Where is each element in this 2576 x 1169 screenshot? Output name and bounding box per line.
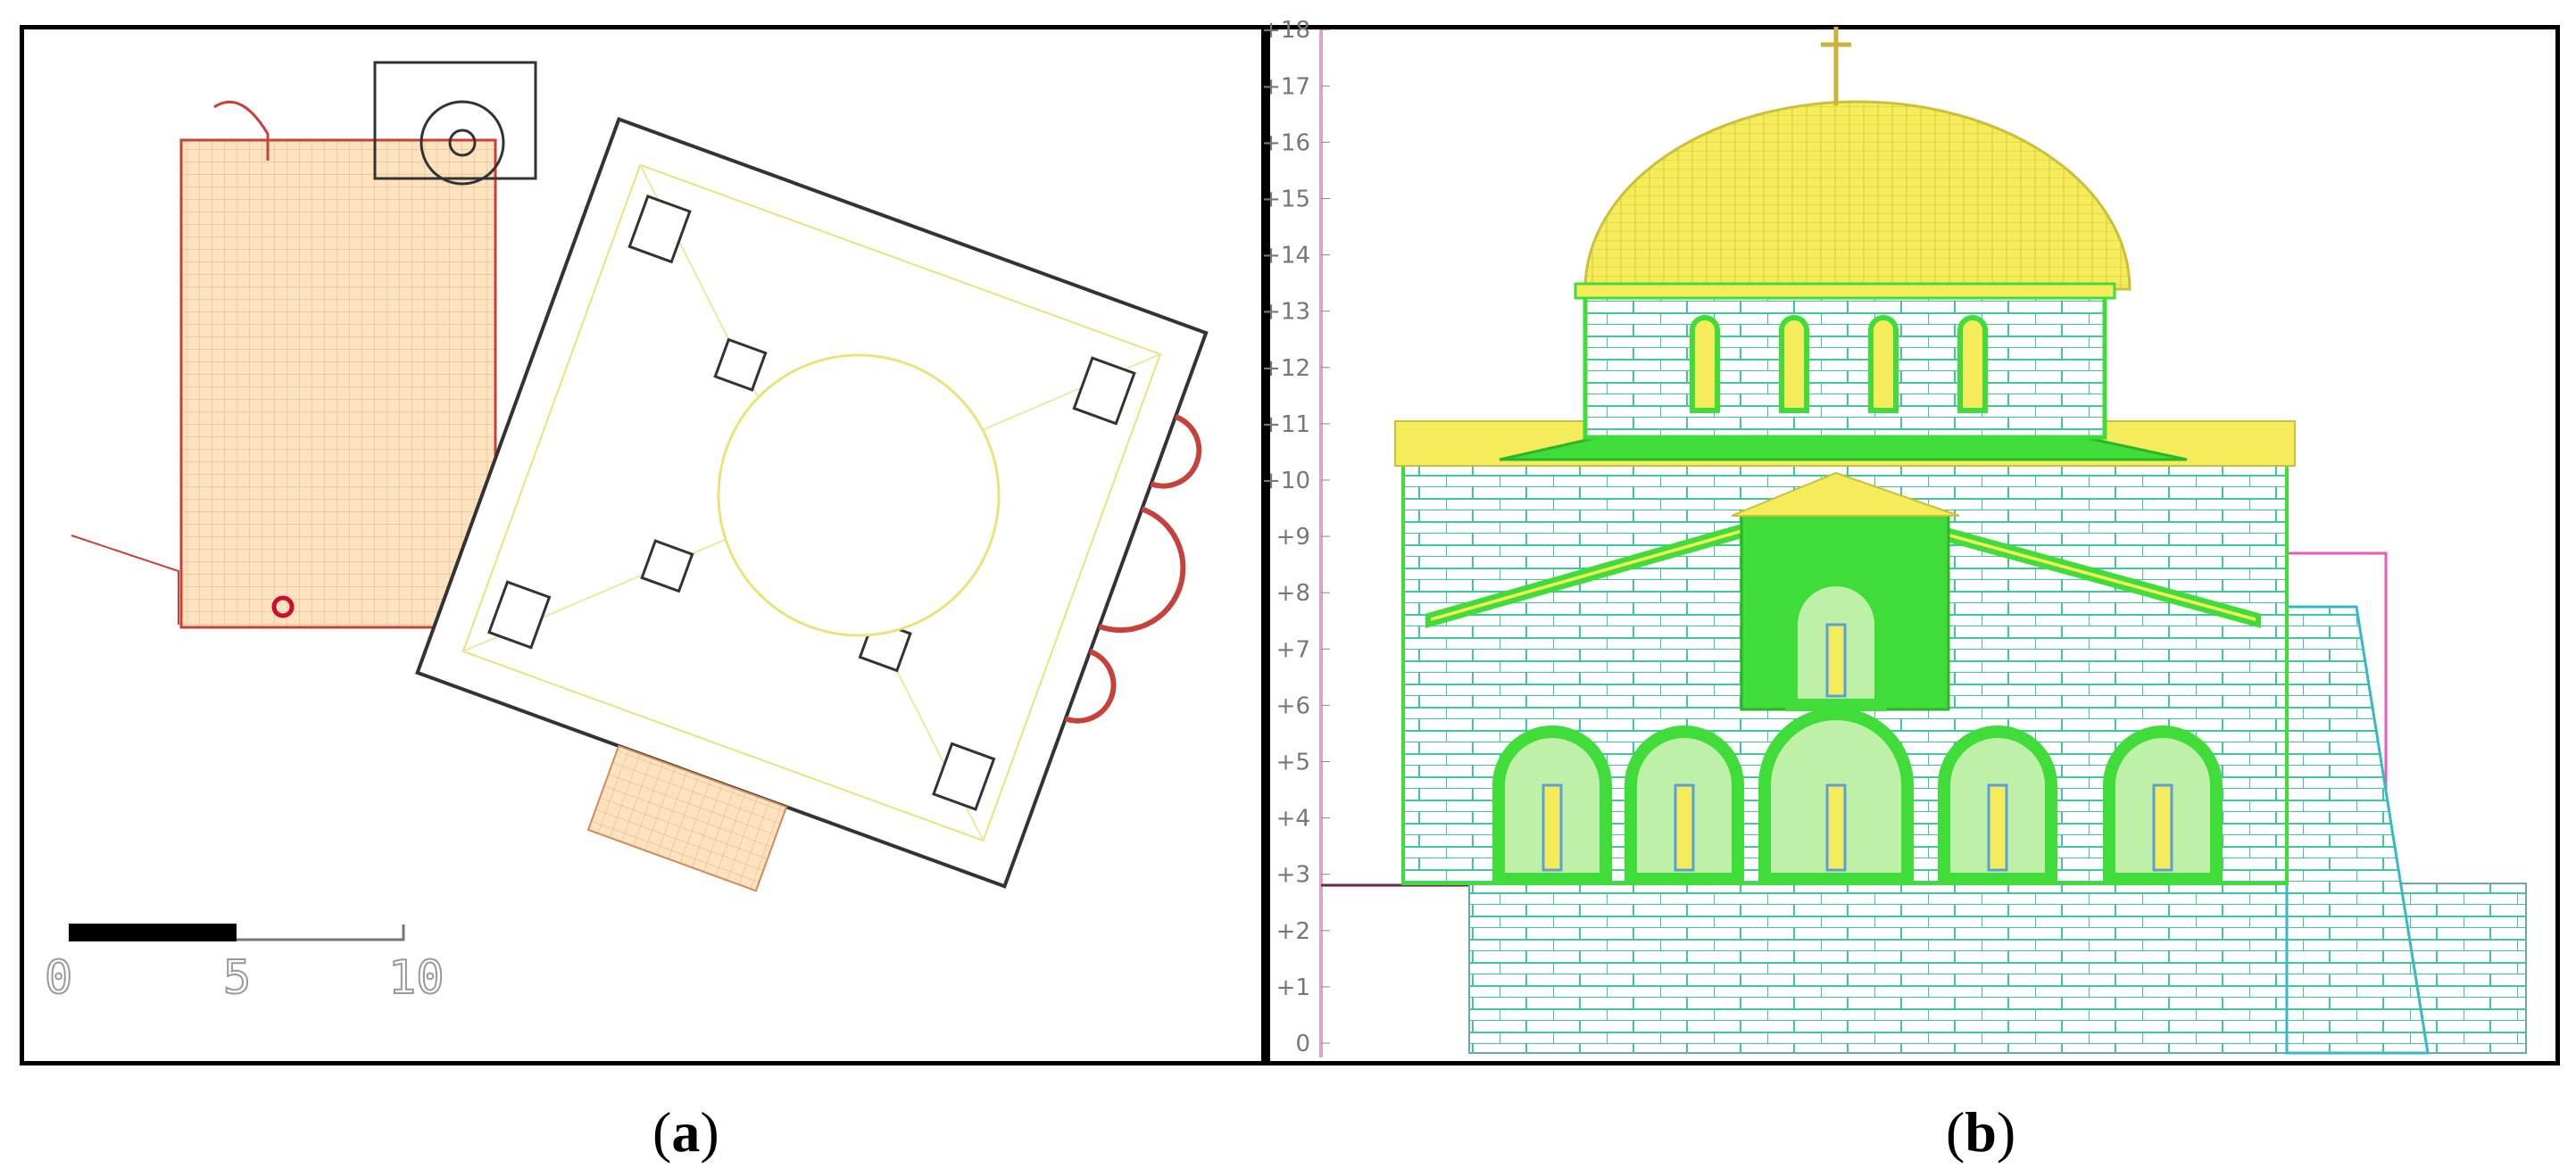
axis-label: +14 [1261, 243, 1310, 269]
axis-label: +1 [1276, 974, 1310, 1001]
window-light [1541, 783, 1563, 872]
axis-label: 0 [1295, 1031, 1310, 1057]
narthex-hatched-area [179, 138, 497, 629]
axis-label: +17 [1261, 73, 1310, 100]
caption-a: (a) [652, 1100, 719, 1164]
window-light [1825, 783, 1847, 872]
axis-label: +8 [1276, 580, 1310, 607]
caption-a-letter: a [671, 1100, 700, 1164]
cross-icon [1821, 27, 1851, 105]
axis-label: +6 [1276, 692, 1310, 719]
dome [1583, 100, 2131, 291]
axis-label: +7 [1276, 636, 1310, 663]
axis-label: +9 [1276, 524, 1310, 551]
caption-b-letter: b [1965, 1100, 1997, 1164]
dome-circle [717, 353, 1001, 637]
floor-plan-drawing [71, 61, 1209, 892]
outer-wall-line [71, 535, 179, 625]
scale-label-10: 10 [388, 951, 445, 1005]
drum-window [1957, 315, 1988, 413]
axis-label: +15 [1261, 187, 1310, 213]
window-light [1825, 623, 1847, 698]
axis-label: +11 [1261, 411, 1310, 438]
drum-window [1868, 315, 1899, 413]
axis-label: +13 [1261, 299, 1310, 326]
window-light [1987, 783, 2008, 872]
scale-bar-open [237, 924, 405, 941]
elevation-axis: 0 +1 +2 +3 +4 +5 +6 +7 +8 +9 +10 +11 +12 +13 +14 +15 +16… [1261, 17, 1330, 1057]
drum-window [1779, 315, 1809, 413]
elevation-drawing [1321, 27, 2527, 1055]
scale-bar-filled [69, 924, 237, 941]
axis-label: +5 [1276, 750, 1310, 776]
window-light [2152, 783, 2173, 872]
scale-bar: 0 5 10 [44, 924, 445, 1006]
buttress [2285, 605, 2430, 1055]
caption-b: (b) [1946, 1100, 2015, 1164]
dome-base-ring [1574, 282, 2116, 300]
axis-label: +18 [1261, 17, 1310, 44]
scale-label-0: 0 [45, 951, 72, 1005]
dome-drum [1583, 286, 2107, 440]
axis-label: +4 [1276, 806, 1310, 833]
axis-label: +3 [1276, 862, 1310, 889]
axis-label: +2 [1276, 918, 1310, 945]
figure-drawings: 0 5 10 0 +1 +2 +3 +4 +5 +6 +7 +8 +9 +10 +11 +12 +13 +1… [44, 17, 2527, 1164]
axis-label: +16 [1261, 129, 1310, 156]
drum-window [1690, 315, 1720, 413]
window-light [1674, 783, 1695, 872]
axis-label: +10 [1261, 468, 1310, 494]
axis-label: +12 [1261, 355, 1310, 382]
scale-label-5: 5 [223, 951, 251, 1005]
